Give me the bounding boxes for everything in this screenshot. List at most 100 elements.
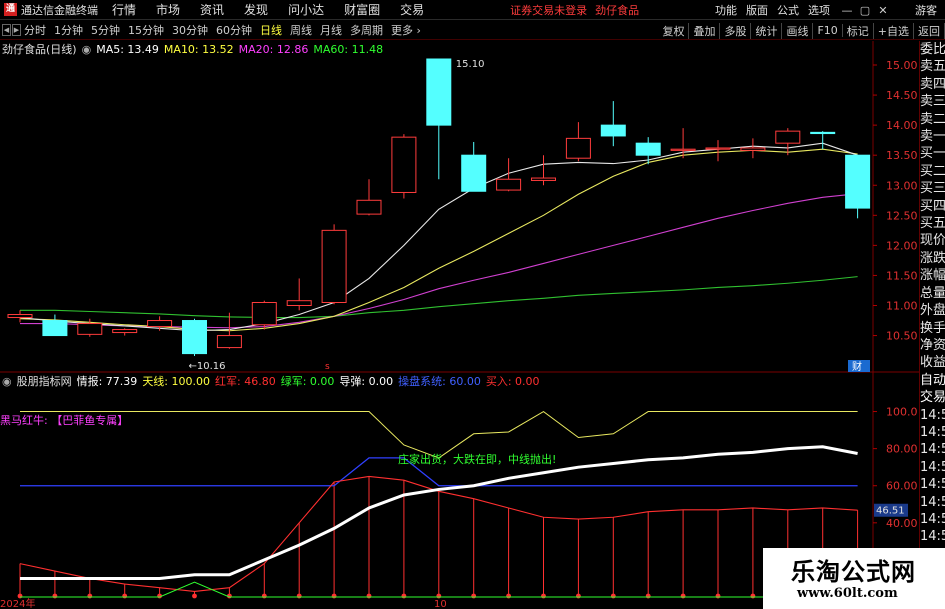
indicator-mairu: 买入: 0.00	[485, 375, 540, 388]
side-item-9[interactable]: 买四	[920, 198, 945, 215]
tab-daily[interactable]: 日线	[260, 22, 282, 38]
ind-tick-label-0: 100.0	[886, 406, 918, 419]
menu-caifuquan[interactable]: 财富圈	[344, 1, 380, 18]
minimize-icon[interactable]: —	[839, 4, 855, 17]
side-item-17[interactable]: 净资	[920, 337, 945, 354]
side-item-18[interactable]: 收益	[920, 354, 945, 371]
draw-line-button[interactable]: 画线	[782, 22, 814, 39]
side-item-13[interactable]: 涨幅	[920, 267, 945, 284]
menu-banmian[interactable]: 版面	[746, 2, 768, 18]
side-item-27[interactable]: 14:56	[920, 511, 945, 528]
side-item-23[interactable]: 14:56	[920, 441, 945, 458]
menu-jiaoyi[interactable]: 交易	[400, 1, 424, 18]
stats-button[interactable]: 统计	[751, 22, 783, 39]
menu-faxian[interactable]: 发现	[244, 1, 268, 18]
side-item-1[interactable]: 卖五	[920, 58, 945, 75]
side-item-19[interactable]: 自动	[920, 372, 945, 389]
menu-gongneng[interactable]: 功能	[715, 2, 737, 18]
price-tick-label-3: 13.50	[886, 149, 918, 162]
tab-5min[interactable]: 5分钟	[91, 22, 120, 38]
side-item-22[interactable]: 14:56	[920, 424, 945, 441]
price-tick-label-5: 12.50	[886, 209, 918, 222]
indicator-name[interactable]: 股朋指标网	[17, 373, 72, 389]
tab-monthly[interactable]: 月线	[320, 22, 342, 38]
side-item-0[interactable]: 委比	[920, 41, 945, 58]
side-item-14[interactable]: 总量	[920, 285, 945, 302]
menu-shichang[interactable]: 市场	[156, 1, 180, 18]
menu-gongshi[interactable]: 公式	[777, 2, 799, 18]
side-item-8[interactable]: 买三	[920, 180, 945, 197]
side-item-7[interactable]: 买二	[920, 163, 945, 180]
side-item-15[interactable]: 外盘	[920, 302, 945, 319]
settings-icon[interactable]: ◉	[82, 43, 92, 56]
side-item-4[interactable]: 卖二	[920, 111, 945, 128]
tab-multi-period[interactable]: 多周期	[350, 22, 383, 38]
return-button[interactable]: 返回	[914, 22, 945, 39]
indicator-lvjun: 绿军: 0.00	[280, 375, 335, 388]
adjust-button[interactable]: 复权	[658, 22, 690, 39]
signal-dot-14	[506, 593, 511, 599]
side-item-3[interactable]: 卖三	[920, 93, 945, 110]
restore-icon[interactable]: ▢	[857, 4, 873, 17]
side-item-5[interactable]: 卖一	[920, 128, 945, 145]
side-item-26[interactable]: 14:56	[920, 494, 945, 511]
tab-30min[interactable]: 30分钟	[172, 22, 208, 38]
tab-more[interactable]: 更多 ›	[391, 22, 421, 38]
add-watchlist-button[interactable]: +自选	[874, 22, 914, 39]
side-item-11[interactable]: 现价	[920, 232, 945, 249]
side-item-2[interactable]: 卖四	[920, 76, 945, 93]
side-item-24[interactable]: 14:56	[920, 459, 945, 476]
candle-body-22	[775, 130, 801, 144]
candle-body-18	[635, 142, 661, 156]
indicator-caopan: 操盘系统: 60.00	[398, 375, 481, 388]
quote-side-panel: 委比 卖五 卖四 卖三 卖二 卖一 买一 买二 买三 买四 买五 现价 涨跌 涨幅 总量 外盘 换手 净资 收益 自动…	[919, 41, 945, 609]
low-price-label: ←10.16	[189, 361, 226, 372]
indicator-header: ◉ 股朋指标网 情报: 77.39 天线: 100.00 红军: 46.80 绿…	[2, 373, 545, 389]
indicator-settings-icon[interactable]: ◉	[2, 375, 12, 388]
candle-body-16	[565, 137, 591, 159]
price-tick-label-1: 14.50	[886, 89, 918, 102]
app-logo-icon: 通	[4, 3, 17, 16]
signal-dot-11	[401, 593, 407, 599]
close-icon[interactable]: ✕	[875, 4, 891, 17]
back-icon[interactable]: ◀	[2, 24, 11, 36]
overlay-button[interactable]: 叠加	[689, 22, 721, 39]
side-item-16[interactable]: 换手	[920, 320, 945, 337]
guest-user[interactable]: 游客	[915, 2, 937, 18]
indicator-tianxian: 天线: 100.00	[142, 375, 211, 388]
side-item-25[interactable]: 14:56	[920, 476, 945, 493]
candle-body-23	[810, 131, 836, 135]
side-item-6[interactable]: 买一	[920, 145, 945, 162]
forward-icon[interactable]: ▶	[12, 24, 21, 36]
tab-fenshi[interactable]: 分时	[24, 22, 46, 38]
app-title: 通达信金融终端	[21, 3, 98, 17]
side-item-20[interactable]: 交易	[920, 389, 945, 406]
side-item-28[interactable]: 14:56	[920, 528, 945, 545]
side-item-21[interactable]: 14:56	[920, 407, 945, 424]
side-item-10[interactable]: 买五	[920, 215, 945, 232]
menu-wenxiaoda[interactable]: 问小达	[288, 1, 324, 18]
tab-15min[interactable]: 15分钟	[128, 22, 164, 38]
menu-hangqing[interactable]: 行情	[112, 1, 136, 18]
ma60-label: MA60: 11.48	[313, 42, 384, 56]
signal-dot-13	[471, 593, 477, 599]
menu-xuanxiang[interactable]: 选项	[808, 2, 830, 18]
tab-1min[interactable]: 1分钟	[54, 22, 83, 38]
price-tick-label-9: 10.50	[886, 330, 918, 343]
menu-zixun[interactable]: 资讯	[200, 1, 224, 18]
candle-body-2	[77, 323, 103, 335]
annotation-exit-signal: 庄家出货，大跌在即，中线抛出!	[398, 453, 557, 466]
broker-login-status[interactable]: 证券交易未登录	[510, 2, 587, 18]
multi-stock-button[interactable]: 多股	[720, 22, 752, 39]
indicator-qingbao: 情报: 77.39	[76, 375, 138, 388]
candle-body-6	[216, 335, 242, 349]
candle-body-3	[112, 329, 138, 334]
f10-button[interactable]: F10	[813, 24, 843, 37]
candle-body-15	[531, 177, 556, 181]
tab-weekly[interactable]: 周线	[290, 22, 312, 38]
tab-60min[interactable]: 60分钟	[216, 22, 252, 38]
kline-chart[interactable]: 15.00 14.50 14.00 13.50 13.00 12.50 12.00 11.50…	[0, 41, 919, 609]
signal-dot-15	[541, 593, 546, 599]
side-item-12[interactable]: 涨跌	[920, 250, 945, 267]
mark-button[interactable]: 标记	[843, 22, 874, 39]
